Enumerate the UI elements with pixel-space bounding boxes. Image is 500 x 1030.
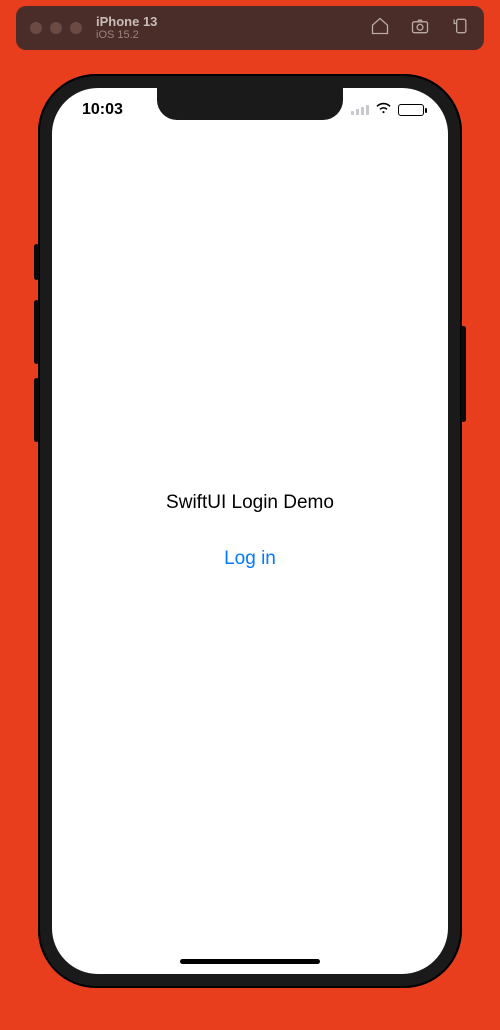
- volume-down-button[interactable]: [34, 378, 39, 442]
- volume-up-button[interactable]: [34, 300, 39, 364]
- screenshot-icon[interactable]: [410, 16, 430, 41]
- mute-switch[interactable]: [34, 244, 39, 280]
- device-screen: 10:03 SwiftUI Login Demo Log in: [52, 88, 448, 974]
- simulator-toolbar: iPhone 13 iOS 15.2: [16, 6, 484, 50]
- login-button[interactable]: Log in: [224, 548, 276, 570]
- window-minimize-button[interactable]: [50, 22, 62, 34]
- app-content: SwiftUI Login Demo Log in: [52, 88, 448, 974]
- window-zoom-button[interactable]: [70, 22, 82, 34]
- page-title: SwiftUI Login Demo: [166, 492, 334, 514]
- home-icon[interactable]: [370, 16, 390, 41]
- battery-icon: [398, 104, 424, 116]
- cellular-signal-icon: [351, 105, 369, 115]
- simulator-os-version: iOS 15.2: [96, 29, 157, 41]
- device-notch: [157, 88, 343, 120]
- status-time: 10:03: [76, 101, 123, 119]
- window-close-button[interactable]: [30, 22, 42, 34]
- status-right-group: [351, 99, 424, 121]
- rotate-icon[interactable]: [450, 16, 470, 41]
- simulator-actions: [370, 16, 470, 41]
- device-frame: 10:03 SwiftUI Login Demo Log in: [38, 74, 462, 988]
- home-indicator[interactable]: [180, 959, 320, 964]
- simulator-device-name: iPhone 13: [96, 15, 157, 29]
- wifi-icon: [375, 99, 392, 121]
- window-traffic-lights[interactable]: [30, 22, 82, 34]
- power-button[interactable]: [461, 326, 466, 422]
- simulator-title-group: iPhone 13 iOS 15.2: [96, 15, 157, 41]
